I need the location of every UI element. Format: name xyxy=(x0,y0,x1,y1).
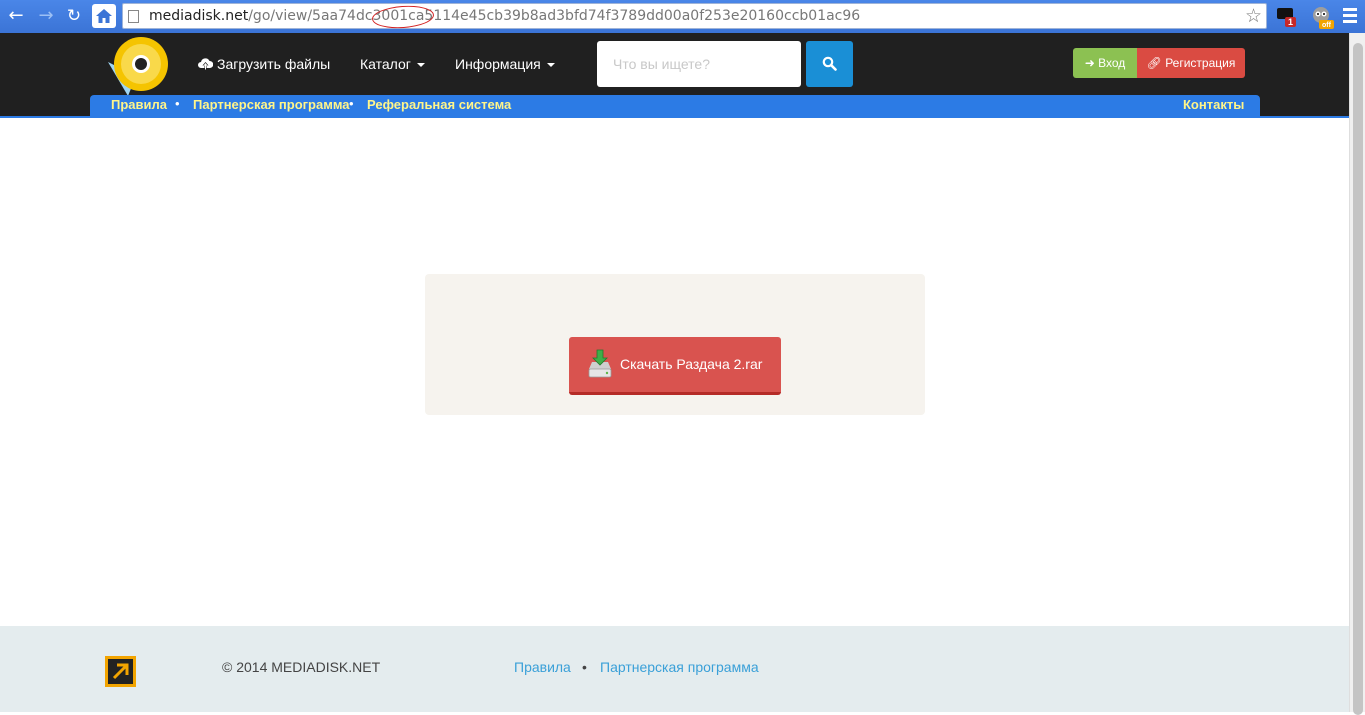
subnav-referral-link[interactable]: Реферальная система xyxy=(367,97,511,112)
subnav-partner-link[interactable]: Партнерская программа xyxy=(193,97,350,112)
extension-badge-off: off xyxy=(1322,22,1332,29)
subnav-contacts-link[interactable]: Контакты xyxy=(1183,97,1244,112)
search-icon xyxy=(822,56,837,71)
caret-down-icon xyxy=(546,63,555,68)
secondary-nav: Правила • Партнерская программа • Рефера… xyxy=(90,95,1260,116)
scrollbar-thumb[interactable] xyxy=(1353,43,1363,715)
info-label: Информация xyxy=(455,56,541,72)
register-button[interactable]: 🔗︎ Регистрация xyxy=(1137,48,1245,78)
download-label: Скачать Раздача 2.rar xyxy=(620,356,763,372)
download-panel: Скачать Раздача 2.rar xyxy=(425,274,925,415)
extension-owl-icon[interactable]: off xyxy=(1310,5,1334,29)
page-icon xyxy=(128,10,139,23)
address-bar[interactable]: mediadisk.net/go/view/5aa74dc3001ca5114e… xyxy=(122,3,1267,31)
upload-files-label: Загрузить файлы xyxy=(217,56,331,72)
site-footer: © 2014 MEDIADISK.NET Правила • Партнерск… xyxy=(0,626,1349,712)
link-icon: 🔗︎ xyxy=(1146,56,1162,70)
home-icon[interactable] xyxy=(92,4,116,28)
footer-rules-link[interactable]: Правила xyxy=(514,659,571,675)
subnav-separator: • xyxy=(175,96,180,111)
extension-icon[interactable]: 1 xyxy=(1276,6,1298,28)
reload-icon[interactable]: ↻ xyxy=(62,5,86,27)
header-divider xyxy=(0,116,1349,118)
copyright-text: © 2014 MEDIADISK.NET xyxy=(222,659,381,675)
bookmark-star-icon[interactable]: ☆ xyxy=(1245,5,1262,27)
upload-files-link[interactable]: Загрузить файлы xyxy=(198,56,330,72)
site-logo[interactable] xyxy=(108,36,170,98)
download-button[interactable]: Скачать Раздача 2.rar xyxy=(569,337,781,395)
back-arrow-icon[interactable]: ← xyxy=(4,5,28,27)
search-input[interactable] xyxy=(597,41,801,87)
download-drive-icon xyxy=(588,349,612,378)
page-scrollbar[interactable] xyxy=(1349,33,1365,715)
browser-menu-icon[interactable] xyxy=(1343,8,1357,24)
login-label: Вход xyxy=(1098,56,1126,70)
site-header: Загрузить файлы Каталог Информация ➜ Вхо… xyxy=(0,33,1349,116)
browser-toolbar: ← → ↻ mediadisk.net/go/view/5aa74dc3001c… xyxy=(0,0,1365,33)
url-text: mediadisk.net/go/view/5aa74dc3001ca5114e… xyxy=(149,8,860,24)
subnav-separator: • xyxy=(349,96,354,111)
footer-separator: • xyxy=(582,659,587,675)
extension-badge: 1 xyxy=(1288,17,1293,27)
caret-down-icon xyxy=(416,63,425,68)
footer-partner-link[interactable]: Партнерская программа xyxy=(600,659,759,675)
url-host: mediadisk.net xyxy=(149,8,249,24)
forward-arrow-icon[interactable]: → xyxy=(34,5,58,27)
catalog-dropdown[interactable]: Каталог xyxy=(360,56,425,72)
footer-logo[interactable] xyxy=(105,656,136,687)
sign-in-icon: ➜ xyxy=(1084,56,1095,70)
login-button[interactable]: ➜ Вход xyxy=(1073,48,1137,78)
url-path: /go/view/5aa74dc3001ca5114e45cb39b8ad3bf… xyxy=(248,8,861,24)
subnav-rules-link[interactable]: Правила xyxy=(111,97,167,112)
search-button[interactable] xyxy=(806,41,853,87)
info-dropdown[interactable]: Информация xyxy=(455,56,555,72)
arrow-up-right-icon xyxy=(112,663,129,680)
catalog-label: Каталог xyxy=(360,56,411,72)
cloud-upload-icon xyxy=(198,58,214,70)
register-label: Регистрация xyxy=(1165,56,1236,70)
